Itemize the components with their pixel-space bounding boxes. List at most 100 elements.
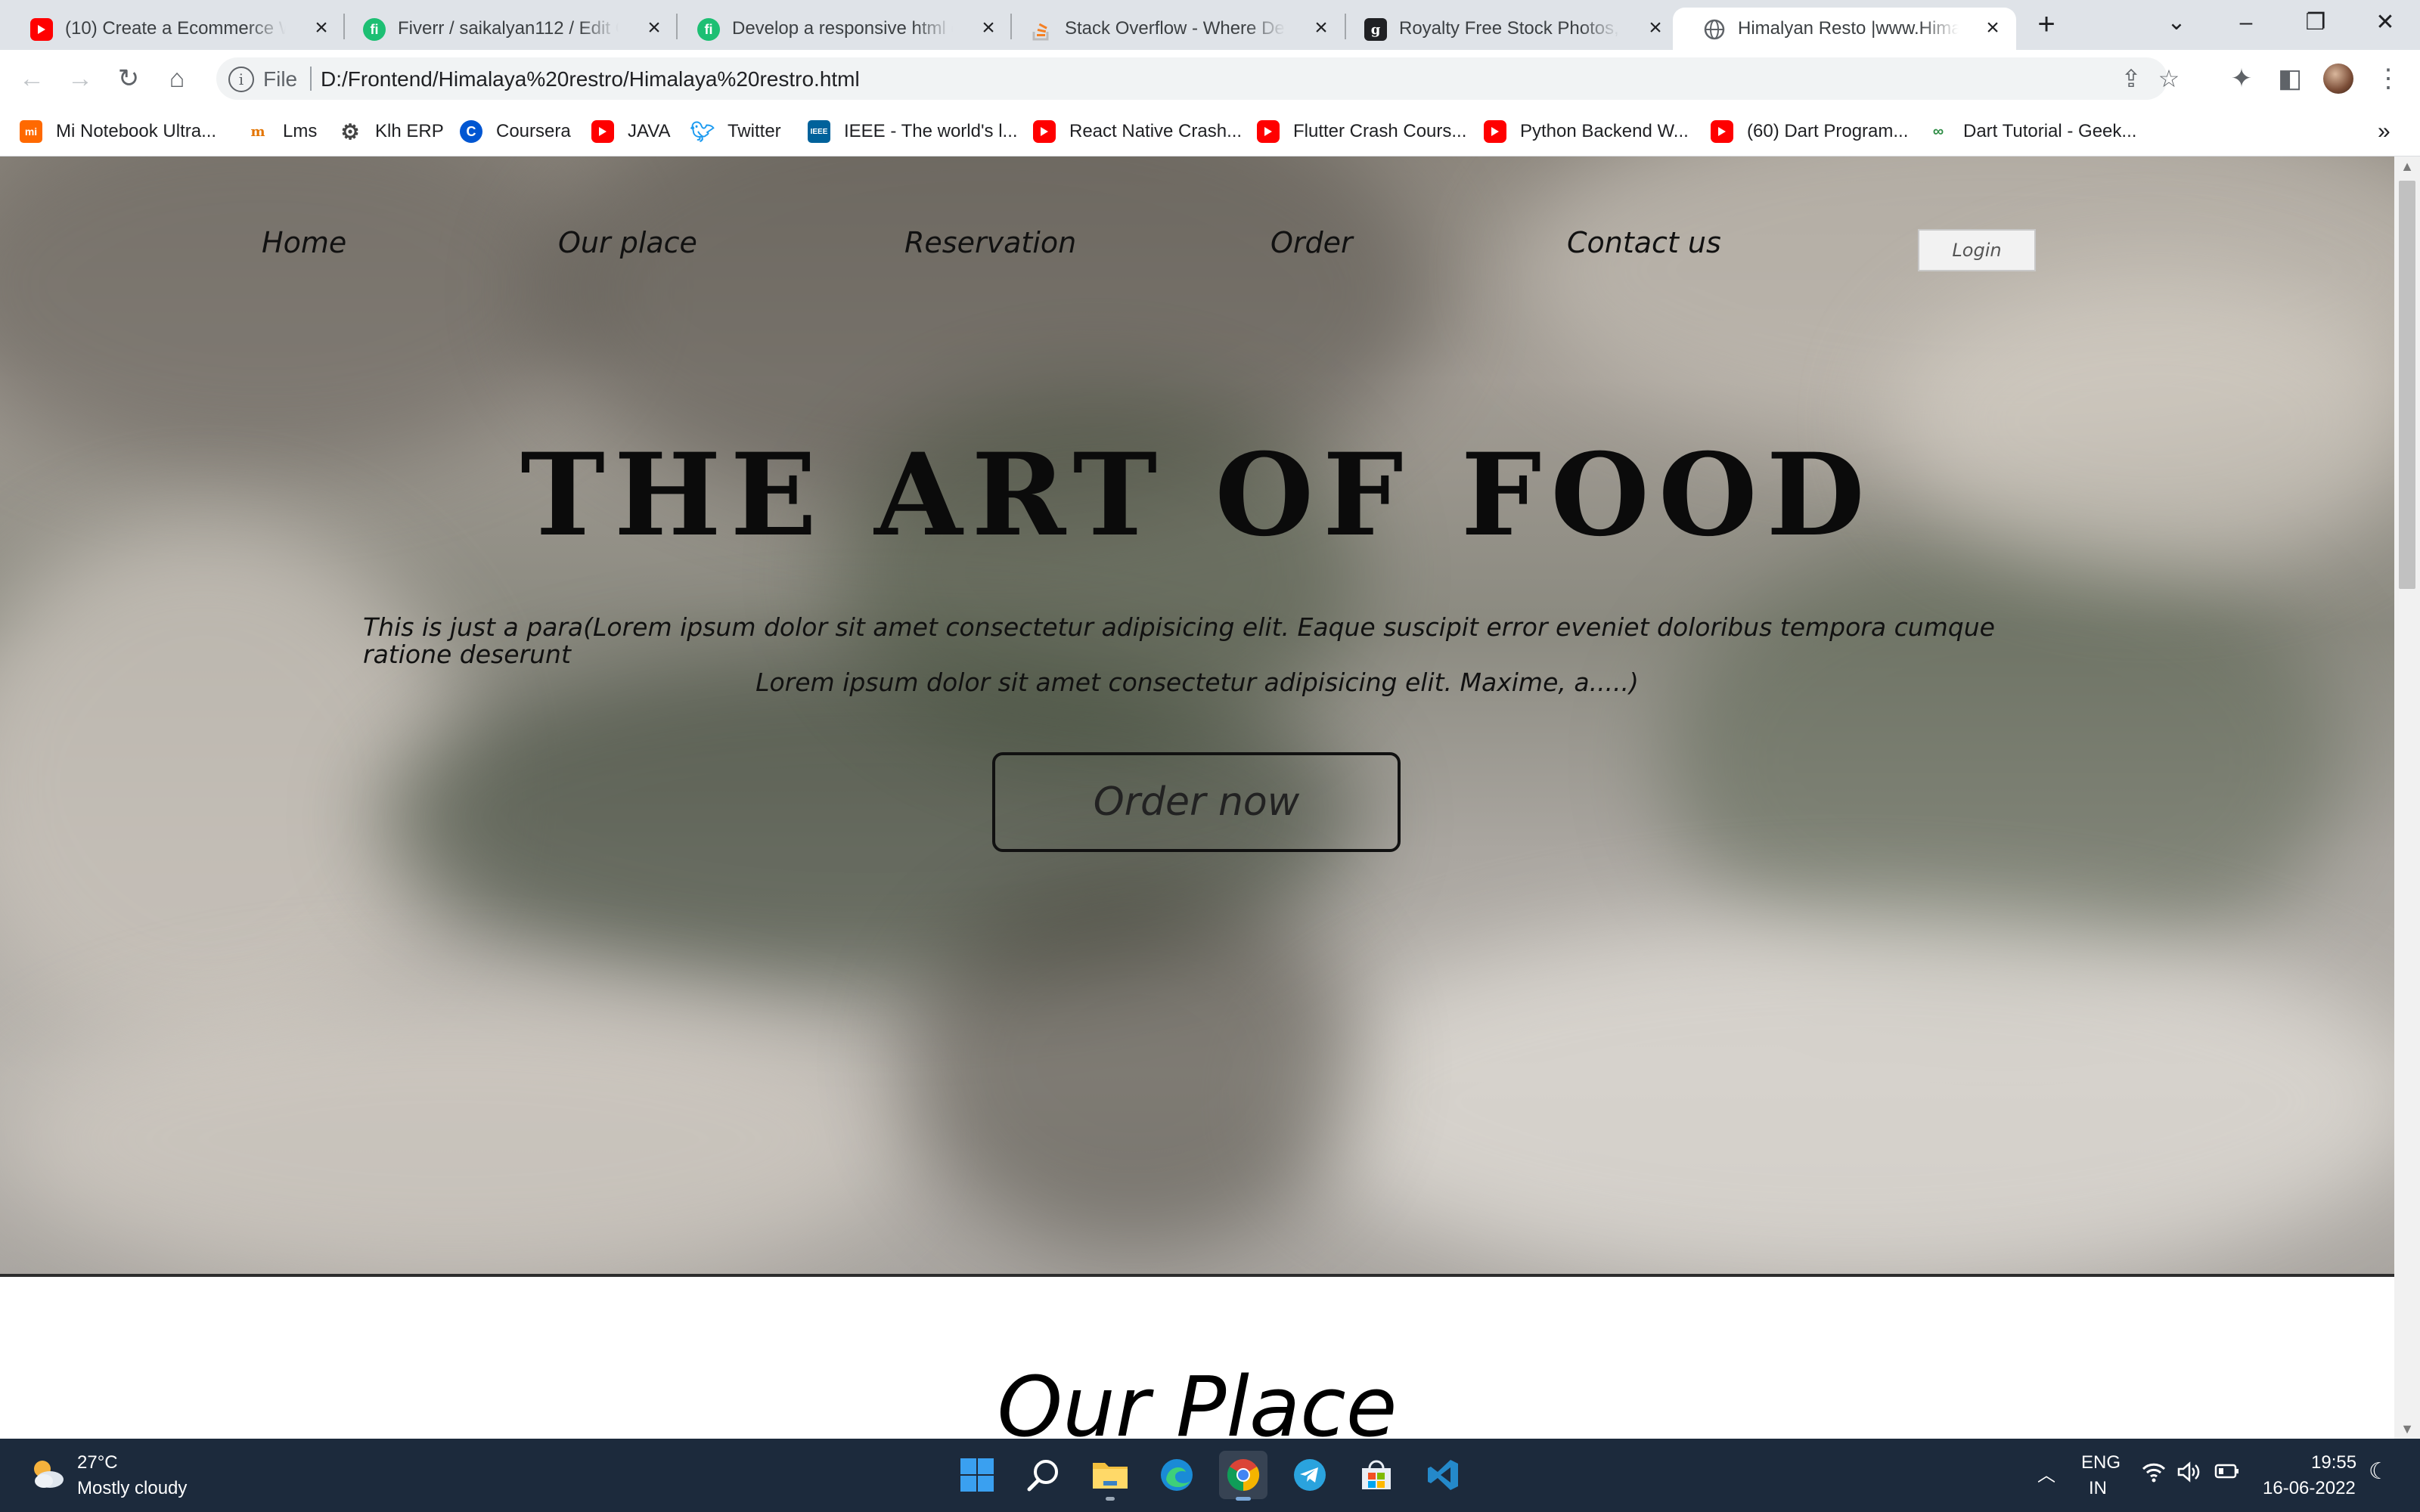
language-indicator-bottom[interactable]: IN xyxy=(2089,1478,2107,1499)
login-button[interactable]: Login xyxy=(1918,229,2036,271)
our-place-heading: Our Place xyxy=(997,1359,1398,1439)
file-explorer-icon[interactable] xyxy=(1086,1451,1134,1501)
bookmarks-bar: mi Mi Notebook Ultra... m Lms ⚙ Klh ERP … xyxy=(0,107,2420,156)
mi-icon: mi xyxy=(20,120,42,143)
bookmarks-overflow-button[interactable]: » xyxy=(2378,118,2391,145)
nav-home[interactable]: Home xyxy=(262,226,346,259)
language-indicator-top[interactable]: ENG xyxy=(2081,1452,2121,1473)
tab-title: Fiverr / saikalyan112 / Edit Gig xyxy=(398,18,619,39)
bookmark-item[interactable]: 🐦︎ Twitter xyxy=(690,118,781,145)
telegram-icon[interactable] xyxy=(1286,1451,1334,1499)
extensions-icon[interactable]: ✦ xyxy=(2223,60,2260,97)
home-icon[interactable]: ⌂ xyxy=(159,60,195,97)
close-icon[interactable]: × xyxy=(641,15,667,41)
battery-icon[interactable] xyxy=(2214,1463,2240,1485)
close-icon[interactable]: × xyxy=(976,15,1001,41)
reload-icon[interactable]: ↻ xyxy=(110,60,147,97)
youtube-icon xyxy=(1257,120,1280,143)
nav-contact-us[interactable]: Contact us xyxy=(1567,226,1721,259)
app-active-indicator xyxy=(1236,1497,1251,1501)
bookmark-item[interactable]: m Lms xyxy=(247,118,317,145)
weather-description[interactable]: Mostly cloudy xyxy=(77,1478,187,1499)
wifi-icon[interactable] xyxy=(2142,1461,2166,1488)
bookmark-item[interactable]: React Native Crash... xyxy=(1033,118,1242,145)
clock-time[interactable]: 19:55 xyxy=(2311,1452,2356,1473)
tab-title: (10) Create a Ecommerce Website xyxy=(65,18,286,39)
microsoft-store-icon[interactable] xyxy=(1352,1451,1401,1499)
stackoverflow-icon xyxy=(1030,18,1053,41)
side-panel-icon[interactable]: ◧ xyxy=(2272,60,2308,97)
bookmark-star-icon[interactable]: ☆ xyxy=(2154,64,2184,94)
new-tab-button[interactable]: + xyxy=(2031,9,2062,39)
clock-date[interactable]: 16-06-2022 xyxy=(2263,1478,2356,1499)
info-icon[interactable]: i xyxy=(228,67,254,92)
notifications-icon[interactable]: ☾ xyxy=(2369,1458,2389,1485)
bookmark-item[interactable]: ⚙ Klh ERP xyxy=(339,118,444,145)
browser-tab[interactable]: (10) Create a Ecommerce Website × xyxy=(0,8,345,50)
windows-taskbar: 27°C Mostly cloudy ︿ ENG IN 19:55 16-06-… xyxy=(0,1439,2420,1512)
hero-background-blur xyxy=(1286,912,2394,1275)
hero-paragraph-line2: Lorem ipsum dolor sit amet consectetur a… xyxy=(755,668,1639,697)
address-scheme: File xyxy=(263,67,298,91)
edge-icon[interactable] xyxy=(1153,1451,1201,1499)
close-window-icon[interactable]: ✕ xyxy=(2350,0,2420,45)
windows-start-icon[interactable] xyxy=(953,1451,1001,1499)
weather-temperature[interactable]: 27°C xyxy=(77,1452,118,1473)
address-bar[interactable]: i File D:/Frontend/Himalaya%20restro/Him… xyxy=(216,57,2180,100)
browser-tab-active[interactable]: Himalyan Resto |www.Himalayan × xyxy=(1673,8,2016,50)
search-icon[interactable] xyxy=(1019,1451,1068,1499)
bookmark-label: Dart Tutorial - Geek... xyxy=(1963,121,2137,141)
bookmark-item[interactable]: IEEE IEEE - The world's l... xyxy=(808,118,1018,145)
browser-tab[interactable]: fi Develop a responsive html css × xyxy=(667,8,1012,50)
bookmark-item[interactable]: mi Mi Notebook Ultra... xyxy=(20,118,216,145)
menu-icon[interactable]: ⋮ xyxy=(2370,60,2406,97)
nav-reservation[interactable]: Reservation xyxy=(904,226,1076,259)
show-hidden-icons-chevron[interactable]: ︿ xyxy=(2037,1460,2055,1486)
address-url[interactable]: D:/Frontend/Himalaya%20restro/Himalaya%2… xyxy=(321,67,860,91)
volume-icon[interactable] xyxy=(2176,1461,2201,1488)
app-running-indicator xyxy=(1106,1497,1115,1501)
hero-background-blur xyxy=(0,988,908,1275)
scroll-down-arrow[interactable]: ▼ xyxy=(2394,1419,2420,1439)
scroll-up-arrow[interactable]: ▲ xyxy=(2394,156,2420,176)
nav-order[interactable]: Order xyxy=(1270,226,1353,259)
browser-toolbar: ← → ↻ ⌂ i File D:/Frontend/Himalaya%20re… xyxy=(0,50,2420,107)
bookmark-item[interactable]: Flutter Crash Cours... xyxy=(1257,118,1466,145)
forward-icon[interactable]: → xyxy=(62,60,98,97)
browser-tab[interactable]: g Royalty Free Stock Photos, Illustratio… xyxy=(1334,8,1679,50)
bookmark-label: Flutter Crash Cours... xyxy=(1293,121,1467,141)
browser-tab[interactable]: fi Fiverr / saikalyan112 / Edit Gig × xyxy=(333,8,678,50)
vscode-icon[interactable] xyxy=(1419,1451,1467,1499)
bookmark-item[interactable]: ∞ Dart Tutorial - Geek... xyxy=(1927,118,2137,145)
order-now-button[interactable]: Order now xyxy=(992,752,1401,852)
bookmark-item[interactable]: Python Backend W... xyxy=(1484,118,1689,145)
close-icon[interactable]: × xyxy=(1643,15,1668,41)
tab-search-icon[interactable]: ⌄ xyxy=(2142,0,2211,45)
share-icon[interactable]: ⇪ xyxy=(2116,64,2146,94)
twitter-icon: 🐦︎ xyxy=(690,119,715,143)
getty-icon: g xyxy=(1364,18,1387,41)
bookmark-label: Mi Notebook Ultra... xyxy=(56,121,217,141)
browser-tab[interactable]: Stack Overflow - Where Developers × xyxy=(1000,8,1345,50)
scrollbar-thumb[interactable] xyxy=(2399,181,2415,589)
page-viewport: Home Our place Reservation Order Contact… xyxy=(0,156,2394,1439)
page-scrollbar[interactable]: ▲ ▼ xyxy=(2394,156,2420,1439)
geeksforgeeks-icon: ∞ xyxy=(1932,122,1944,140)
close-icon[interactable]: × xyxy=(309,15,334,41)
restore-icon[interactable]: ❐ xyxy=(2281,0,2350,45)
youtube-icon xyxy=(591,120,614,143)
chrome-icon[interactable] xyxy=(1219,1451,1267,1501)
close-icon[interactable]: × xyxy=(1308,15,1334,41)
bookmark-label: Klh ERP xyxy=(375,121,444,141)
bookmark-item[interactable]: C Coursera xyxy=(460,118,571,145)
hero-background-blur xyxy=(908,875,1361,1253)
bookmark-item[interactable]: JAVA xyxy=(591,118,670,145)
bookmark-item[interactable]: (60) Dart Program... xyxy=(1711,118,1908,145)
back-icon[interactable]: ← xyxy=(14,60,50,97)
nav-our-place[interactable]: Our place xyxy=(558,226,697,259)
bookmark-label: Python Backend W... xyxy=(1520,121,1689,141)
profile-avatar[interactable] xyxy=(2323,64,2353,94)
close-icon[interactable]: × xyxy=(1980,15,2006,41)
weather-cloudy-icon[interactable] xyxy=(27,1454,67,1493)
minimize-icon[interactable]: – xyxy=(2211,0,2281,45)
